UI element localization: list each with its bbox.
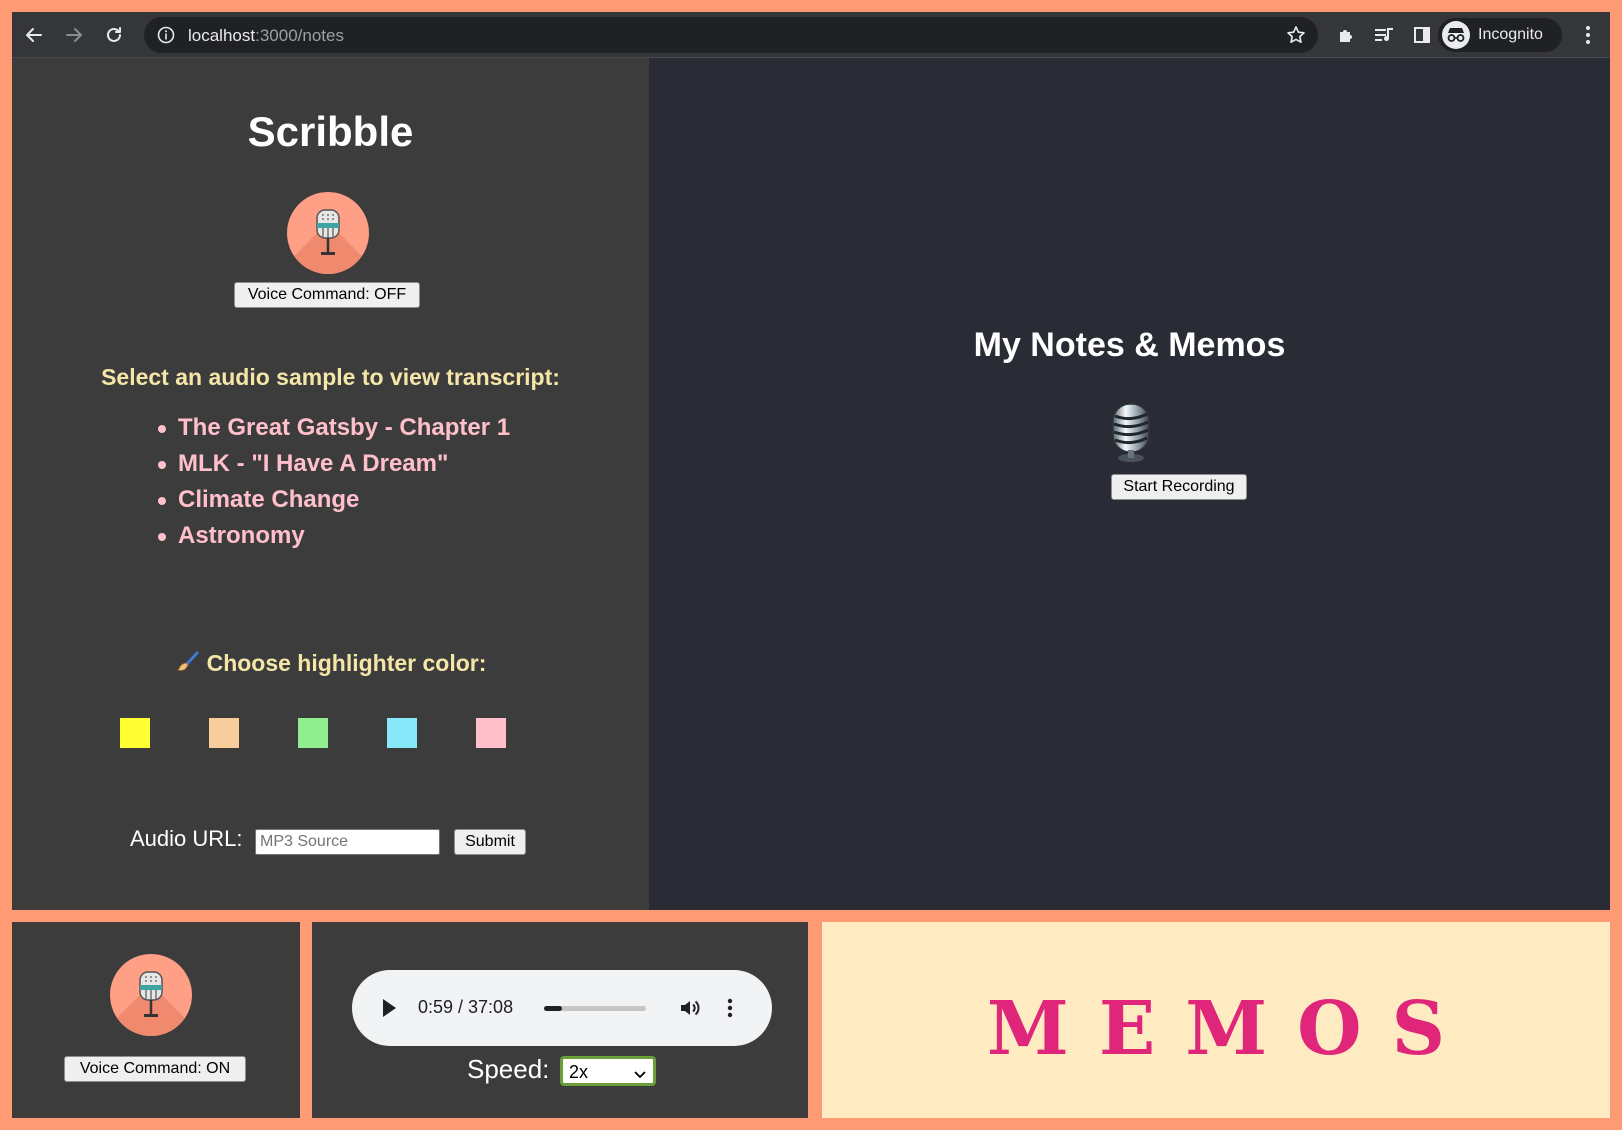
sample-link[interactable]: MLK - "I Have A Dream"	[156, 446, 510, 482]
url-path: :3000/notes	[255, 26, 344, 45]
memos-banner: MEMOS	[822, 922, 1610, 1118]
swatch-green[interactable]	[298, 718, 328, 748]
swatch-yellow[interactable]	[120, 718, 150, 748]
start-recording-button[interactable]: Start Recording	[1111, 474, 1247, 500]
speed-select[interactable]: 2x	[560, 1056, 656, 1086]
url-host: localhost	[188, 26, 256, 45]
audio-player-widget: 0:59 / 37:08 Speed: 2x	[312, 922, 808, 1118]
sample-prompt: Select an audio sample to view transcrip…	[101, 364, 560, 390]
seek-bar[interactable]	[544, 1006, 646, 1011]
paintbrush-icon	[175, 648, 201, 680]
voice-command-toggle[interactable]: Voice Command: OFF	[234, 282, 420, 308]
voice-command-widget: Voice Command: ON	[12, 922, 300, 1118]
memos-wordmark: MEMOS	[986, 986, 1476, 1072]
more-vert-icon[interactable]	[724, 996, 736, 1025]
browser-toolbar: localhost:3000/notes Incognito	[12, 12, 1610, 58]
chevron-down-icon	[633, 1065, 647, 1086]
reload-icon[interactable]	[102, 23, 126, 47]
more-vert-icon[interactable]	[1578, 23, 1598, 47]
media-queue-icon[interactable]	[1372, 23, 1396, 47]
sample-link[interactable]: The Great Gatsby - Chapter 1	[156, 410, 510, 446]
studio-microphone-icon[interactable]	[1109, 402, 1153, 469]
url-text: localhost:3000/notes	[188, 26, 344, 46]
extensions-icon[interactable]	[1334, 23, 1358, 47]
sample-link[interactable]: Climate Change	[156, 482, 510, 518]
microphone-icon[interactable]	[287, 192, 369, 274]
star-icon[interactable]	[1286, 25, 1306, 45]
voice-command-on-toggle[interactable]: Voice Command: ON	[64, 1056, 246, 1082]
audio-player: 0:59 / 37:08	[352, 970, 772, 1046]
swatch-peach[interactable]	[209, 718, 239, 748]
scribble-pane: Scribble Voice Command: OFF Select an au…	[12, 58, 649, 910]
microphone-icon[interactable]	[110, 954, 192, 1036]
swatch-blue[interactable]	[387, 718, 417, 748]
info-icon[interactable]	[156, 25, 176, 45]
swatch-pink[interactable]	[476, 718, 506, 748]
submit-button[interactable]: Submit	[454, 829, 526, 855]
sample-list: The Great Gatsby - Chapter 1 MLK - "I Ha…	[156, 410, 510, 554]
seek-progress	[544, 1006, 562, 1011]
play-icon[interactable]	[380, 997, 398, 1024]
profile-button[interactable]: Incognito	[1438, 18, 1562, 52]
notes-pane: My Notes & Memos Start Recording	[649, 58, 1610, 910]
back-arrow-icon[interactable]	[22, 23, 46, 47]
app-title: Scribble	[247, 108, 414, 155]
profile-label: Incognito	[1478, 26, 1543, 43]
side-panel-icon[interactable]	[1410, 23, 1434, 47]
forward-arrow-icon[interactable]	[62, 23, 86, 47]
volume-icon[interactable]	[678, 996, 702, 1025]
address-bar[interactable]: localhost:3000/notes	[144, 17, 1318, 53]
speed-label: Speed:	[467, 1054, 550, 1084]
player-time: 0:59 / 37:08	[418, 997, 514, 1017]
incognito-icon	[1442, 21, 1470, 49]
highlighter-prompt-text: Choose highlighter color:	[206, 650, 487, 676]
audio-url-input[interactable]	[255, 829, 440, 855]
sample-link[interactable]: Astronomy	[156, 518, 510, 554]
audio-url-label: Audio URL:	[130, 826, 243, 851]
speed-value: 2x	[569, 1062, 589, 1082]
browser-window: localhost:3000/notes Incognito Scribble	[12, 12, 1610, 910]
highlighter-prompt: Choose highlighter color:	[12, 648, 649, 680]
notes-title: My Notes & Memos	[973, 326, 1286, 364]
